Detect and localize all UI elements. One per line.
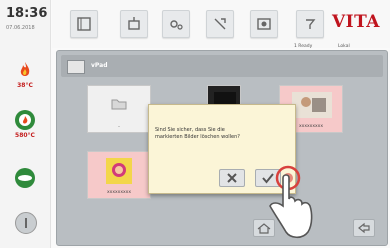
top-temperature: 38°C [17, 82, 33, 89]
dialog-message: Sind Sie sicher, dass Sie die markierten… [155, 127, 240, 140]
storage-location[interactable]: Lokal [338, 44, 350, 49]
service-button[interactable] [206, 10, 234, 38]
bottom-temperature: 580°C [15, 132, 35, 139]
vpad-icon [67, 60, 85, 74]
tools-button[interactable] [120, 10, 148, 38]
pointing-hand-icon [258, 158, 318, 250]
folder-tile[interactable]: .. [87, 85, 151, 133]
back-button[interactable] [353, 219, 375, 237]
help-button[interactable] [296, 10, 324, 38]
image-tile[interactable]: xxxxxxxxx [87, 151, 151, 199]
back-icon [354, 221, 374, 240]
vita-logo: VITA [331, 12, 380, 32]
image-thumbnail [292, 92, 332, 118]
power-icon[interactable] [15, 212, 37, 234]
clock: 18:36 [6, 6, 48, 21]
vpad-screen: 18:36 07.06.2018 38°C 580°C VITA 1 Ready… [0, 0, 390, 248]
vacuum-icon[interactable] [15, 110, 35, 130]
top-toolbar: VITA [52, 0, 390, 48]
cancel-button[interactable] [219, 169, 245, 187]
folder-icon [108, 92, 130, 120]
settings-button[interactable] [162, 10, 190, 38]
pump-icon[interactable] [15, 168, 35, 188]
date-label: 07.06.2018 [6, 25, 35, 31]
media-button[interactable] [250, 10, 278, 38]
ready-status: 1 Ready [294, 44, 313, 49]
tile-label: xxxxxxxxx [107, 190, 131, 195]
program-button[interactable] [70, 10, 98, 38]
tile-label: .. [117, 124, 121, 129]
flame-icon[interactable] [15, 60, 35, 80]
image-thumbnail [106, 158, 132, 184]
panel-header: vPad [61, 55, 383, 77]
panel-title: vPad [91, 62, 108, 69]
status-column: 18:36 07.06.2018 38°C 580°C [0, 0, 51, 248]
